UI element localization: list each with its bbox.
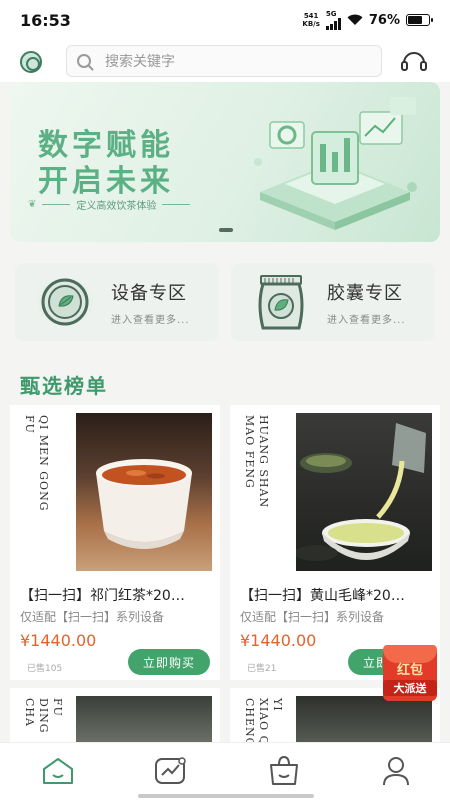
red-packet-sublabel: 大派送 bbox=[383, 680, 437, 696]
logo-icon[interactable] bbox=[20, 51, 42, 73]
status-bar: 16:53 541 KB/s 5G 76% bbox=[0, 0, 450, 40]
search-icon bbox=[77, 54, 91, 68]
search-input[interactable]: 搜索关键字 bbox=[66, 45, 382, 77]
capsule-bag-icon bbox=[258, 275, 304, 330]
promo-banner[interactable]: 数字赋能 开启未来 ❦ 定义高效饮茶体验 bbox=[10, 82, 440, 242]
section-title: 甄选榜单 bbox=[20, 374, 108, 398]
category-capsule-zone[interactable]: 胶囊专区 进入查看更多... bbox=[231, 263, 435, 341]
trend-icon[interactable] bbox=[152, 755, 188, 787]
tea-cup-icon bbox=[37, 278, 93, 326]
product-compat: 仅适配【扫一扫】系列设备 bbox=[240, 610, 385, 624]
bottom-tab-bar bbox=[0, 742, 450, 800]
pagination-dot[interactable] bbox=[208, 228, 214, 232]
category-name: 设备专区 bbox=[111, 282, 187, 304]
product-sold-count: 已售105 bbox=[27, 664, 63, 674]
tea-photo bbox=[296, 696, 432, 742]
product-name: 【扫一扫】祁门红茶*20… bbox=[20, 588, 185, 604]
top-header: 搜索关键字 bbox=[0, 40, 450, 82]
user-icon[interactable] bbox=[378, 755, 414, 787]
product-card[interactable]: HUANG SHAN MAO FENG 【扫一扫】黄山毛峰*20… 仅适配【扫一… bbox=[230, 405, 440, 680]
banner-pagination bbox=[208, 228, 233, 232]
product-card[interactable]: QI MEN GONG FU 【扫一扫】祁门红茶*20… 仅适配【扫一扫】系列设… bbox=[10, 405, 220, 680]
product-image: QI MEN GONG FU bbox=[10, 405, 220, 573]
network-speed: 541 KB/s bbox=[302, 12, 320, 28]
red-packet-promo[interactable]: 红包 大派送 bbox=[383, 645, 437, 701]
black-tea-photo bbox=[76, 413, 212, 571]
product-price: ¥1440.00 bbox=[20, 631, 97, 650]
status-icons: 541 KB/s 5G 76% bbox=[302, 10, 433, 30]
category-device-zone[interactable]: 设备专区 进入查看更多... bbox=[15, 263, 219, 341]
home-icon[interactable] bbox=[40, 755, 76, 787]
product-name: 【扫一扫】黄山毛峰*20… bbox=[240, 588, 405, 604]
product-vertical-label: QI MEN GONG FU bbox=[23, 415, 50, 512]
product-card[interactable]: FU DING CHA bbox=[10, 688, 220, 742]
category-desc: 进入查看更多... bbox=[111, 314, 190, 326]
home-indicator[interactable] bbox=[138, 794, 314, 798]
banner-title-line2: 开启未来 bbox=[38, 164, 174, 199]
product-price: ¥1440.00 bbox=[240, 631, 317, 650]
product-sold-count: 已售21 bbox=[247, 664, 277, 674]
product-vertical-label: FU DING CHA bbox=[23, 698, 64, 734]
battery-percent: 76% bbox=[368, 12, 400, 28]
product-vertical-label: HUANG SHAN MAO FENG bbox=[243, 415, 270, 509]
category-desc: 进入查看更多... bbox=[327, 314, 406, 326]
cellular-icon: 5G bbox=[325, 10, 341, 30]
tea-photo bbox=[76, 696, 212, 742]
headset-icon[interactable] bbox=[400, 49, 428, 73]
banner-subtitle: ❦ 定义高效饮茶体验 bbox=[28, 197, 191, 212]
search-placeholder: 搜索关键字 bbox=[105, 54, 175, 70]
product-image: HUANG SHAN MAO FENG bbox=[230, 405, 440, 573]
product-compat: 仅适配【扫一扫】系列设备 bbox=[20, 610, 165, 624]
battery-icon bbox=[406, 14, 433, 26]
product-vertical-label: YI XIAO Q CHENG bbox=[243, 698, 284, 742]
digital-platform-illustration bbox=[254, 97, 417, 230]
green-tea-photo bbox=[296, 413, 432, 571]
pagination-dot-active[interactable] bbox=[219, 228, 233, 232]
leaf-icon: ❦ bbox=[28, 199, 37, 210]
red-packet-label: 红包 bbox=[396, 663, 423, 678]
shopping-bag-icon[interactable] bbox=[266, 755, 302, 787]
status-time: 16:53 bbox=[20, 10, 71, 30]
wifi-icon bbox=[347, 14, 363, 25]
category-name: 胶囊专区 bbox=[327, 282, 403, 304]
buy-now-button[interactable]: 立即购买 bbox=[128, 649, 210, 675]
